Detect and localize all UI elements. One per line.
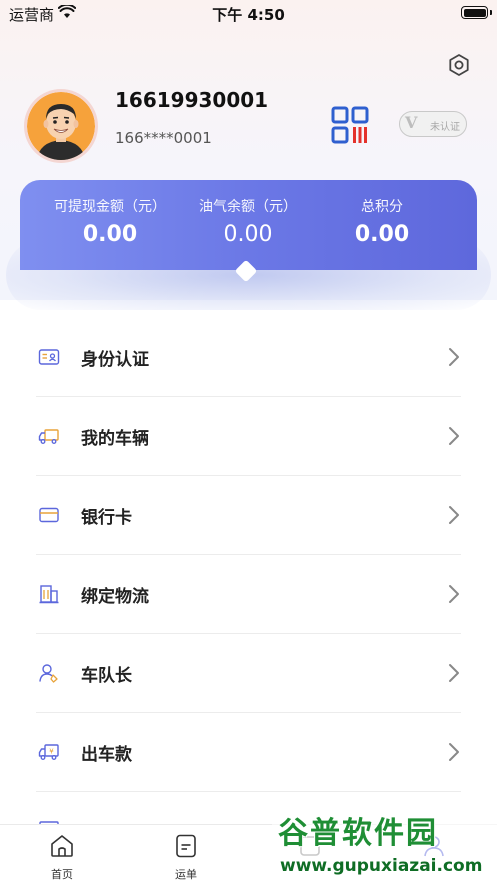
battery-tip — [490, 10, 492, 15]
masked-phone: 166****0001 — [115, 129, 212, 147]
withdrawable-label: 可提现金额（元） — [54, 199, 166, 215]
verify-status-badge[interactable]: V 未认证 — [399, 111, 467, 137]
menu-item-bind-logistics[interactable]: 绑定物流 — [0, 555, 497, 634]
chevron-right-icon — [449, 348, 459, 366]
menu-label-vehicles: 我的车辆 — [81, 429, 149, 449]
settings-gear-icon[interactable] — [446, 52, 472, 78]
fuel-label: 油气余额（元） — [199, 199, 297, 215]
points-value: 0.00 — [354, 222, 410, 247]
chevron-right-icon — [449, 743, 459, 761]
verify-status-text: 未认证 — [430, 122, 460, 133]
menu-label-fleet-captain: 车队长 — [81, 666, 132, 686]
user-phone: 16619930001 — [115, 88, 269, 112]
status-bar: 运营商 下午 4:50 — [0, 0, 497, 28]
payment-truck-icon: ¥ — [38, 744, 59, 760]
id-card-icon — [38, 349, 60, 365]
chevron-right-icon — [449, 427, 459, 445]
menu-item-bank-card[interactable]: 银行卡 — [0, 476, 497, 555]
menu-label-identity: 身份认证 — [81, 350, 149, 370]
menu-label-bank-card: 银行卡 — [81, 508, 132, 528]
chevron-right-icon — [449, 585, 459, 603]
battery-icon — [461, 6, 488, 19]
waybill-icon — [176, 834, 196, 858]
watermark-url: www.gupuxiazai.com — [280, 856, 483, 876]
home-icon — [51, 835, 73, 857]
tab-waybill[interactable]: 运单 — [124, 825, 248, 883]
divider — [36, 791, 461, 792]
tab-home[interactable]: 首页 — [0, 825, 124, 883]
menu-item-fleet-captain[interactable]: 车队长 — [0, 634, 497, 713]
withdrawable-value: 0.00 — [82, 222, 138, 247]
captain-icon — [39, 664, 58, 683]
avatar-image — [27, 92, 95, 160]
menu-item-dispatch-payment[interactable]: ¥ 出车款 — [0, 713, 497, 792]
menu-item-identity[interactable]: 身份认证 — [0, 318, 497, 397]
fuel-value: 0.00 — [223, 222, 273, 247]
truck-icon — [38, 429, 59, 444]
chevron-right-icon — [449, 664, 459, 682]
tab-label-home: 首页 — [51, 868, 73, 881]
withdrawable-balance[interactable]: 可提现金额（元） 0.00 — [35, 196, 185, 247]
points-label: 总积分 — [361, 199, 403, 215]
svg-text:¥: ¥ — [49, 748, 54, 756]
menu-item-vehicles[interactable]: 我的车辆 — [0, 397, 497, 476]
qr-code-icon[interactable] — [331, 106, 369, 144]
avatar[interactable] — [27, 92, 95, 160]
menu-label-dispatch-payment: 出车款 — [81, 745, 132, 765]
watermark: 谷普软件园 www.gupuxiazai.com — [272, 804, 497, 883]
chevron-right-icon — [449, 506, 459, 524]
status-time: 下午 4:50 — [212, 6, 285, 24]
menu-label-bind-logistics: 绑定物流 — [81, 587, 149, 607]
watermark-logo: 谷普软件园 — [278, 816, 438, 851]
building-icon — [39, 585, 59, 604]
bank-card-icon — [39, 507, 59, 523]
verify-v-icon: V — [405, 113, 418, 132]
menu-list: 身份认证 我的车辆 银行卡 绑定物流 车队长 ¥ 出车款 — [0, 318, 497, 828]
total-points[interactable]: 总积分 0.00 — [307, 196, 457, 247]
tab-label-waybill: 运单 — [175, 868, 197, 881]
fuel-balance[interactable]: 油气余额（元） 0.00 — [173, 196, 323, 247]
